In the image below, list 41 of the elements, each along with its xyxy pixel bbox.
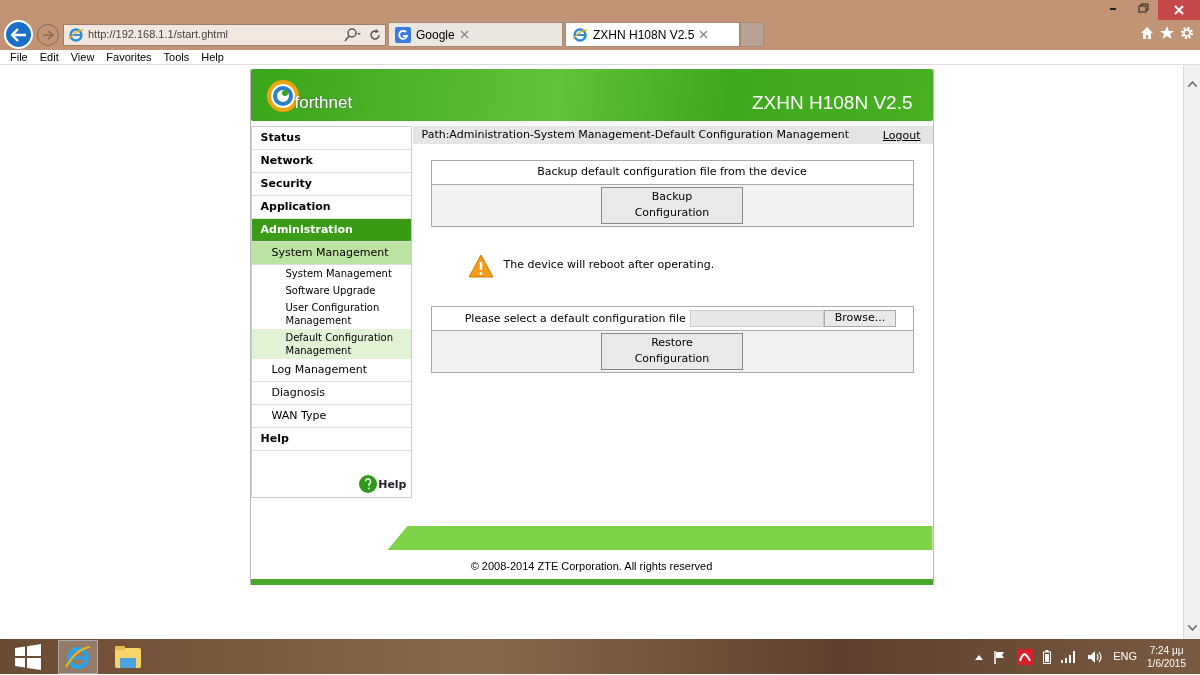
menu-item[interactable]: File — [4, 50, 34, 64]
nav-item[interactable]: Administration — [251, 219, 411, 242]
address-bar[interactable]: http://192.168.1.1/start.ghtml — [63, 23, 386, 46]
clock-date: 1/6/2015 — [1147, 656, 1186, 670]
nav-item[interactable]: Default Configuration Management — [251, 329, 411, 359]
menu-item[interactable]: Edit — [33, 50, 65, 64]
restore-button[interactable]: Restore Configuration — [601, 332, 743, 370]
copyright-text: © 2008-2014 ZTE Corporation. All rights reserved — [469, 559, 714, 574]
backup-button[interactable]: Backup Configuration — [601, 186, 743, 224]
nav-item[interactable]: Help — [251, 428, 411, 451]
nav-item[interactable]: WAN Type — [251, 405, 411, 428]
browser-tab[interactable]: ZXHN H108N V2.5 — [565, 22, 740, 47]
clock-time: 7:24 μμ — [1148, 643, 1185, 657]
nav-item[interactable]: Network — [251, 150, 411, 173]
section-title: Backup default configuration file from the device — [537, 165, 807, 178]
breadcrumb-path: Path:Administration-System Management-Default Configuration Management — [421, 128, 851, 143]
nav-item[interactable]: Security — [251, 173, 411, 196]
clock[interactable]: 7:24 μμ 1/6/2015 — [1147, 643, 1186, 670]
warning-text: The device will reboot after operating. — [503, 257, 715, 274]
browser-tab[interactable]: Google — [388, 22, 563, 47]
language-indicator[interactable]: ENG — [1113, 648, 1138, 665]
tab-title: Google — [416, 26, 455, 44]
nav-item[interactable]: Status — [251, 127, 411, 150]
nav-item[interactable]: User Configuration Management — [251, 299, 411, 329]
logout-link[interactable]: Logout — [882, 128, 921, 144]
tab-title: ZXHN H108N V2.5 — [593, 26, 695, 44]
menu-item[interactable]: View — [64, 50, 101, 64]
menu-item[interactable]: Tools — [157, 50, 196, 64]
help-link[interactable]: Help — [359, 475, 411, 493]
nav-item[interactable]: Diagnosis — [251, 382, 411, 405]
nav-item[interactable]: System Management — [251, 242, 411, 265]
logo-text: forthnet — [294, 92, 353, 115]
nav-item[interactable]: Log Management — [251, 359, 411, 382]
nav-item[interactable]: System Management — [251, 265, 411, 282]
menu-item[interactable]: Help — [195, 50, 230, 64]
field-label: Please select a default configuration file — [464, 311, 686, 324]
address-text: http://192.168.1.1/start.ghtml — [88, 27, 229, 43]
menu-item[interactable]: Favorites — [100, 50, 158, 64]
browse-button[interactable]: Browse... — [823, 309, 897, 327]
nav-item[interactable]: Software Upgrade — [251, 282, 411, 299]
model-name: ZXHN H108N V2.5 — [752, 90, 913, 115]
